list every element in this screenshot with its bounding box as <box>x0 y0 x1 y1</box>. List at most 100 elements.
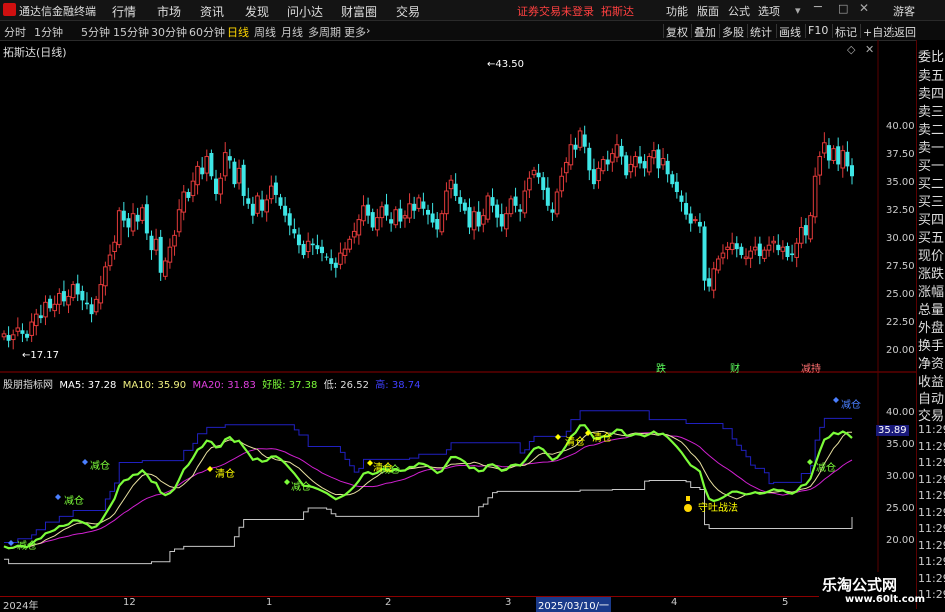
candle-body <box>320 246 324 254</box>
y-tick: 40.00 <box>886 121 915 132</box>
window-menu-icon[interactable]: ▾ <box>795 4 801 17</box>
period-daily[interactable]: 日线 <box>227 24 249 40</box>
period-1min[interactable]: 1分钟 <box>34 24 63 40</box>
menu-jiaoyi[interactable]: 交易 <box>396 3 420 20</box>
menu-shichang[interactable]: 市场 <box>157 3 181 20</box>
menu-hangqing[interactable]: 行情 <box>112 3 136 20</box>
quote-label[interactable]: 外盘 <box>918 317 944 336</box>
candle-body <box>130 213 136 232</box>
candle-body <box>656 149 661 169</box>
signal-label: 清仓 <box>565 437 585 448</box>
menu-gongneng[interactable]: 功能 <box>666 3 688 19</box>
quote-label[interactable]: 买五 <box>918 227 944 246</box>
close-icon[interactable]: ✕ <box>865 43 874 56</box>
quote-label[interactable]: 卖四 <box>918 83 944 102</box>
period-30min[interactable]: 30分钟 <box>151 24 187 40</box>
candle-body <box>269 185 274 200</box>
menu-xuanxiang[interactable]: 选项 <box>758 3 780 19</box>
maximize-icon[interactable]: □ <box>838 2 848 15</box>
signal-diamond-icon <box>55 494 61 500</box>
btn-huaxian[interactable]: 画线 <box>776 24 803 39</box>
ma20-line <box>3 432 853 550</box>
login-notice[interactable]: 证券交易未登录 拓斯达 <box>517 3 634 19</box>
signal-label: 减仓 <box>816 463 836 474</box>
candle-body <box>757 243 762 257</box>
candle-body <box>264 199 269 213</box>
chart-canvas[interactable] <box>0 40 916 596</box>
candle-body <box>554 191 560 215</box>
candle-body <box>57 292 62 305</box>
btn-fanhui[interactable]: 返回 <box>891 24 918 39</box>
candle-body <box>222 152 228 177</box>
menu-zixun[interactable]: 资讯 <box>200 3 224 20</box>
candle-body <box>200 167 205 175</box>
ind-y-tick: 35.00 <box>886 439 915 450</box>
quote-label[interactable]: 现价 <box>918 245 944 264</box>
chevron-right-icon[interactable]: › <box>366 24 370 37</box>
period-60min[interactable]: 60分钟 <box>189 24 225 40</box>
menu-caifuquan[interactable]: 财富圈 <box>341 3 377 20</box>
quote-label[interactable]: 买二 <box>918 173 944 192</box>
btn-tongji[interactable]: 统计 <box>747 24 774 39</box>
menu-faxian[interactable]: 发现 <box>245 3 269 20</box>
candle-body <box>485 195 491 220</box>
btn-biaoji[interactable]: 标记 <box>832 24 859 39</box>
period-more[interactable]: 更多 <box>344 24 366 40</box>
quote-label[interactable]: 卖三 <box>918 101 944 120</box>
candle-body <box>333 262 338 268</box>
signal-diamond-icon <box>284 479 290 485</box>
candle-body <box>402 215 408 219</box>
quote-label[interactable]: 总量 <box>918 299 944 318</box>
quote-label[interactable]: 换手 <box>918 335 944 354</box>
btn-duogu[interactable]: 多股 <box>719 24 746 39</box>
candle-body <box>283 205 288 216</box>
quote-label[interactable]: 委比 <box>918 46 944 65</box>
btn-f10[interactable]: F10 <box>805 24 830 38</box>
quote-label[interactable]: 卖一 <box>918 137 944 156</box>
btn-fuquan[interactable]: 复权 <box>663 24 690 39</box>
btn-diejia[interactable]: 叠加 <box>691 24 718 39</box>
minimize-icon[interactable]: ─ <box>814 0 822 15</box>
candle-body <box>236 167 242 184</box>
event-badge-drop[interactable]: 跌 <box>656 360 666 375</box>
candle-body <box>296 234 301 246</box>
menu-banmian[interactable]: 版面 <box>697 3 719 19</box>
candle-body <box>158 236 163 273</box>
quote-label[interactable]: 卖二 <box>918 119 944 138</box>
period-15min[interactable]: 15分钟 <box>113 24 149 40</box>
period-5min[interactable]: 5分钟 <box>81 24 110 40</box>
settings-icon[interactable]: ◇ <box>847 43 855 56</box>
candle-body <box>771 240 776 244</box>
menu-gongshi[interactable]: 公式 <box>728 3 750 19</box>
signal-diamond-icon <box>833 397 839 403</box>
ma10-label: MA10: 35.90 <box>122 380 187 391</box>
candle-body <box>582 134 587 147</box>
y-tick: 32.50 <box>886 205 915 216</box>
period-weekly[interactable]: 周线 <box>254 24 276 40</box>
period-multi[interactable]: 多周期 <box>308 24 341 40</box>
quote-label[interactable]: 买三 <box>918 191 944 210</box>
candle-body <box>218 177 223 195</box>
candle-body <box>850 165 854 177</box>
date-label: 12 <box>123 597 136 608</box>
close-window-icon[interactable]: ✕ <box>859 1 869 15</box>
high-label: 高: 38.74 <box>375 380 421 391</box>
period-monthly[interactable]: 月线 <box>281 24 303 40</box>
event-badge-reduce[interactable]: 减持 <box>801 360 821 375</box>
period-fenshi[interactable]: 分时 <box>4 24 26 40</box>
candle-body <box>61 291 66 302</box>
candle-body <box>591 169 596 185</box>
quote-label[interactable]: 买一 <box>918 155 944 174</box>
quote-label[interactable]: 涨幅 <box>918 281 944 300</box>
quote-label[interactable]: 净资 <box>918 353 944 372</box>
quote-label[interactable]: 涨跌 <box>918 263 944 282</box>
quote-label[interactable]: 买四 <box>918 209 944 228</box>
login-user[interactable]: 游客 <box>893 3 915 19</box>
event-badge-finance[interactable]: 财 <box>730 360 740 375</box>
y-tick: 30.00 <box>886 233 915 244</box>
candle-body <box>412 203 417 211</box>
quote-label[interactable]: 卖五 <box>918 65 944 84</box>
menu-wenxiaoda[interactable]: 问小达 <box>287 3 323 20</box>
candle-body <box>139 207 145 221</box>
candle-body <box>144 204 149 234</box>
